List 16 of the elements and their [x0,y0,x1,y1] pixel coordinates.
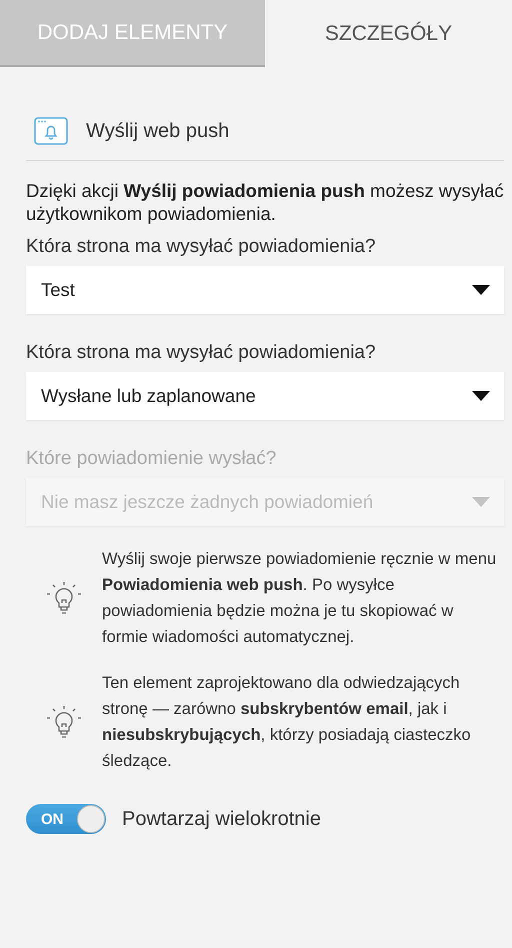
caret-icon [472,285,490,295]
field-label: Która strona ma wysyłać powiadomienia? [26,236,377,258]
field-label: Które powiadomienie wysłać? [26,448,278,470]
toggle-label: Powtarzaj wielokrotnie [122,808,321,830]
tip-text: Ten element zaprojektowano dla odwiedzających stronę — zarówno subskrybentów email, jak i niesubskrybujących, którzy posiadają ciasteczko śledzące. [102,673,472,772]
lightbulb-icon [46,581,82,615]
tip-text: Wyślij swoje pierwsze powiadomienie ręcznie w menu Powiadomienia web push. Po wysyłce powiadomienia będzie można je tu skopiować w formie wiadomości automatycznej. [102,549,497,648]
lightbulb-icon [46,705,82,739]
caret-icon [472,497,490,507]
dropdown[interactable]: Test [26,266,504,314]
notification-window-icon [34,117,68,145]
field-label: Która strona ma wysyłać powiadomienia? [26,342,377,364]
description-text: Dzięki akcji Wyślij powiadomienia push możesz wysyłać użytkownikom powiadomienia. [26,179,504,225]
action-title: Wyślij web push [86,120,230,142]
dropdown[interactable]: Wysłane lub zaplanowane [26,372,504,420]
caret-icon [472,391,490,401]
